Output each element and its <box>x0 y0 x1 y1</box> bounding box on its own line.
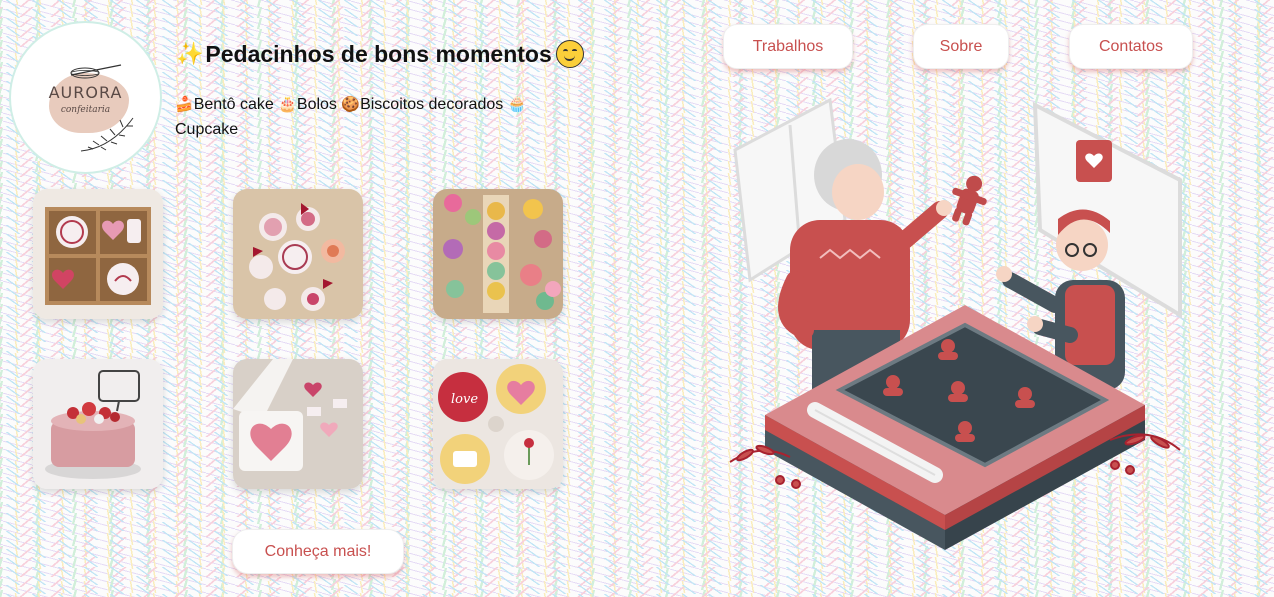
page-title: ✨ Pedacinhos de bons momentos <box>176 38 584 70</box>
gallery-photo-strawberry-cake[interactable] <box>33 359 163 489</box>
category-list: 🍰Bentô cake 🎂Bolos 🍪Biscoitos decorados … <box>175 92 595 142</box>
nav-contacts-button[interactable]: Contatos <box>1069 24 1193 69</box>
gallery-photo-bento-heart-cake[interactable] <box>233 359 363 489</box>
smiling-face-icon <box>555 40 584 68</box>
page-title-text: Pedacinhos de bons momentos <box>205 40 552 67</box>
category-label: Bentô cake <box>193 96 274 113</box>
gallery-photo-flower-cookies[interactable] <box>433 189 563 319</box>
sparkles-icon: ✨ <box>176 41 204 67</box>
nav-about-button[interactable]: Sobre <box>913 24 1009 69</box>
category-label: Biscoitos decorados <box>360 96 504 113</box>
baking-illustration <box>729 97 1182 550</box>
cupcake-icon: 🧁 <box>507 96 527 113</box>
chocolate-cake-icon: 🎂 <box>278 96 297 113</box>
gallery-photo-round-cookies[interactable] <box>233 189 363 319</box>
logo-subtitle: confeitaria <box>60 105 111 115</box>
gallery-photo-cupcakes[interactable]: love <box>433 359 563 489</box>
learn-more-button[interactable]: Conheça mais! <box>232 529 404 574</box>
category-label: Bolos <box>296 96 337 113</box>
brand-logo[interactable]: AURORA confeitaria <box>9 21 162 174</box>
svg-text:love: love <box>451 392 478 407</box>
logo-wordmark: AURORA <box>48 83 123 102</box>
cookie-icon: 🍪 <box>341 96 361 113</box>
cake-slice-icon: 🍰 <box>175 96 194 113</box>
nav-works-button[interactable]: Trabalhos <box>723 24 853 69</box>
gallery-photo-bento-cookies[interactable] <box>33 189 163 319</box>
category-label: Cupcake <box>175 121 239 138</box>
